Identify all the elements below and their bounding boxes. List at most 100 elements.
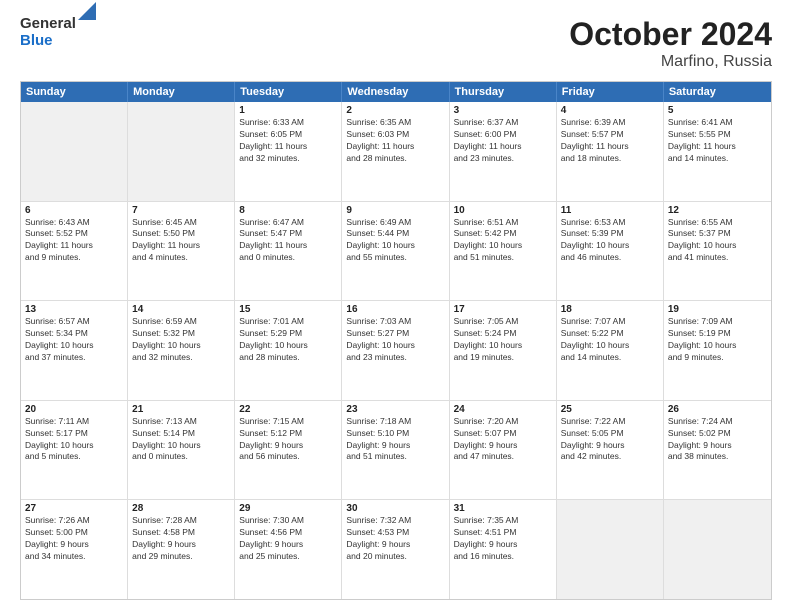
day-info: Sunrise: 7:20 AM Sunset: 5:07 PM Dayligh… [454, 416, 552, 464]
day-number: 28 [132, 503, 230, 514]
cal-cell: 10Sunrise: 6:51 AM Sunset: 5:42 PM Dayli… [450, 202, 557, 301]
day-info: Sunrise: 6:47 AM Sunset: 5:47 PM Dayligh… [239, 217, 337, 265]
day-info: Sunrise: 6:33 AM Sunset: 6:05 PM Dayligh… [239, 117, 337, 165]
day-info: Sunrise: 6:55 AM Sunset: 5:37 PM Dayligh… [668, 217, 767, 265]
logo-blue-text: Blue [20, 33, 76, 50]
cal-cell: 12Sunrise: 6:55 AM Sunset: 5:37 PM Dayli… [664, 202, 771, 301]
week-4: 20Sunrise: 7:11 AM Sunset: 5:17 PM Dayli… [21, 401, 771, 501]
cal-cell: 21Sunrise: 7:13 AM Sunset: 5:14 PM Dayli… [128, 401, 235, 500]
header-day-monday: Monday [128, 82, 235, 102]
cal-cell: 4Sunrise: 6:39 AM Sunset: 5:57 PM Daylig… [557, 102, 664, 201]
day-info: Sunrise: 7:11 AM Sunset: 5:17 PM Dayligh… [25, 416, 123, 464]
header: General Blue October 2024 Marfino, Russi… [20, 16, 772, 71]
day-number: 12 [668, 205, 767, 216]
day-number: 14 [132, 304, 230, 315]
day-number: 6 [25, 205, 123, 216]
cal-cell: 15Sunrise: 7:01 AM Sunset: 5:29 PM Dayli… [235, 301, 342, 400]
header-day-saturday: Saturday [664, 82, 771, 102]
day-info: Sunrise: 7:22 AM Sunset: 5:05 PM Dayligh… [561, 416, 659, 464]
day-info: Sunrise: 6:57 AM Sunset: 5:34 PM Dayligh… [25, 316, 123, 364]
calendar: SundayMondayTuesdayWednesdayThursdayFrid… [20, 81, 772, 600]
day-number: 19 [668, 304, 767, 315]
cal-cell: 26Sunrise: 7:24 AM Sunset: 5:02 PM Dayli… [664, 401, 771, 500]
day-number: 1 [239, 105, 337, 116]
day-info: Sunrise: 6:59 AM Sunset: 5:32 PM Dayligh… [132, 316, 230, 364]
cal-cell [128, 102, 235, 201]
day-number: 17 [454, 304, 552, 315]
day-number: 27 [25, 503, 123, 514]
day-info: Sunrise: 6:43 AM Sunset: 5:52 PM Dayligh… [25, 217, 123, 265]
day-number: 26 [668, 404, 767, 415]
day-number: 21 [132, 404, 230, 415]
day-number: 16 [346, 304, 444, 315]
cal-cell: 31Sunrise: 7:35 AM Sunset: 4:51 PM Dayli… [450, 500, 557, 599]
day-info: Sunrise: 6:41 AM Sunset: 5:55 PM Dayligh… [668, 117, 767, 165]
day-info: Sunrise: 7:15 AM Sunset: 5:12 PM Dayligh… [239, 416, 337, 464]
week-2: 6Sunrise: 6:43 AM Sunset: 5:52 PM Daylig… [21, 202, 771, 302]
day-number: 11 [561, 205, 659, 216]
cal-cell: 22Sunrise: 7:15 AM Sunset: 5:12 PM Dayli… [235, 401, 342, 500]
day-info: Sunrise: 7:35 AM Sunset: 4:51 PM Dayligh… [454, 515, 552, 563]
cal-cell: 11Sunrise: 6:53 AM Sunset: 5:39 PM Dayli… [557, 202, 664, 301]
day-info: Sunrise: 6:53 AM Sunset: 5:39 PM Dayligh… [561, 217, 659, 265]
day-info: Sunrise: 6:51 AM Sunset: 5:42 PM Dayligh… [454, 217, 552, 265]
day-info: Sunrise: 7:09 AM Sunset: 5:19 PM Dayligh… [668, 316, 767, 364]
day-info: Sunrise: 7:32 AM Sunset: 4:53 PM Dayligh… [346, 515, 444, 563]
cal-cell: 7Sunrise: 6:45 AM Sunset: 5:50 PM Daylig… [128, 202, 235, 301]
day-info: Sunrise: 7:05 AM Sunset: 5:24 PM Dayligh… [454, 316, 552, 364]
logo: General Blue [20, 16, 96, 49]
cal-cell: 16Sunrise: 7:03 AM Sunset: 5:27 PM Dayli… [342, 301, 449, 400]
day-number: 8 [239, 205, 337, 216]
day-info: Sunrise: 7:13 AM Sunset: 5:14 PM Dayligh… [132, 416, 230, 464]
cal-cell: 20Sunrise: 7:11 AM Sunset: 5:17 PM Dayli… [21, 401, 128, 500]
cal-cell: 6Sunrise: 6:43 AM Sunset: 5:52 PM Daylig… [21, 202, 128, 301]
cal-cell: 25Sunrise: 7:22 AM Sunset: 5:05 PM Dayli… [557, 401, 664, 500]
cal-cell: 23Sunrise: 7:18 AM Sunset: 5:10 PM Dayli… [342, 401, 449, 500]
cal-cell: 2Sunrise: 6:35 AM Sunset: 6:03 PM Daylig… [342, 102, 449, 201]
day-info: Sunrise: 6:35 AM Sunset: 6:03 PM Dayligh… [346, 117, 444, 165]
day-number: 31 [454, 503, 552, 514]
day-number: 5 [668, 105, 767, 116]
cal-cell: 9Sunrise: 6:49 AM Sunset: 5:44 PM Daylig… [342, 202, 449, 301]
cal-cell: 17Sunrise: 7:05 AM Sunset: 5:24 PM Dayli… [450, 301, 557, 400]
day-info: Sunrise: 7:30 AM Sunset: 4:56 PM Dayligh… [239, 515, 337, 563]
header-day-thursday: Thursday [450, 82, 557, 102]
day-info: Sunrise: 6:37 AM Sunset: 6:00 PM Dayligh… [454, 117, 552, 165]
day-info: Sunrise: 6:39 AM Sunset: 5:57 PM Dayligh… [561, 117, 659, 165]
day-info: Sunrise: 6:45 AM Sunset: 5:50 PM Dayligh… [132, 217, 230, 265]
day-number: 9 [346, 205, 444, 216]
day-info: Sunrise: 7:07 AM Sunset: 5:22 PM Dayligh… [561, 316, 659, 364]
cal-cell: 18Sunrise: 7:07 AM Sunset: 5:22 PM Dayli… [557, 301, 664, 400]
day-number: 23 [346, 404, 444, 415]
week-5: 27Sunrise: 7:26 AM Sunset: 5:00 PM Dayli… [21, 500, 771, 599]
day-number: 4 [561, 105, 659, 116]
day-number: 22 [239, 404, 337, 415]
logo-general-text: General [20, 16, 76, 33]
day-info: Sunrise: 7:26 AM Sunset: 5:00 PM Dayligh… [25, 515, 123, 563]
location: Marfino, Russia [569, 53, 772, 71]
cal-cell: 1Sunrise: 6:33 AM Sunset: 6:05 PM Daylig… [235, 102, 342, 201]
day-number: 7 [132, 205, 230, 216]
month-year: October 2024 [569, 16, 772, 53]
header-day-friday: Friday [557, 82, 664, 102]
day-number: 2 [346, 105, 444, 116]
cal-cell: 30Sunrise: 7:32 AM Sunset: 4:53 PM Dayli… [342, 500, 449, 599]
cal-cell [664, 500, 771, 599]
cal-cell [557, 500, 664, 599]
day-number: 13 [25, 304, 123, 315]
page: General Blue October 2024 Marfino, Russi… [0, 0, 792, 612]
day-number: 24 [454, 404, 552, 415]
cal-cell: 3Sunrise: 6:37 AM Sunset: 6:00 PM Daylig… [450, 102, 557, 201]
day-info: Sunrise: 7:18 AM Sunset: 5:10 PM Dayligh… [346, 416, 444, 464]
day-number: 30 [346, 503, 444, 514]
header-day-tuesday: Tuesday [235, 82, 342, 102]
month-title: October 2024 Marfino, Russia [569, 16, 772, 71]
cal-cell: 14Sunrise: 6:59 AM Sunset: 5:32 PM Dayli… [128, 301, 235, 400]
day-info: Sunrise: 7:03 AM Sunset: 5:27 PM Dayligh… [346, 316, 444, 364]
week-3: 13Sunrise: 6:57 AM Sunset: 5:34 PM Dayli… [21, 301, 771, 401]
logo-icon [78, 2, 96, 20]
day-number: 10 [454, 205, 552, 216]
day-number: 25 [561, 404, 659, 415]
cal-cell: 28Sunrise: 7:28 AM Sunset: 4:58 PM Dayli… [128, 500, 235, 599]
cal-cell: 29Sunrise: 7:30 AM Sunset: 4:56 PM Dayli… [235, 500, 342, 599]
